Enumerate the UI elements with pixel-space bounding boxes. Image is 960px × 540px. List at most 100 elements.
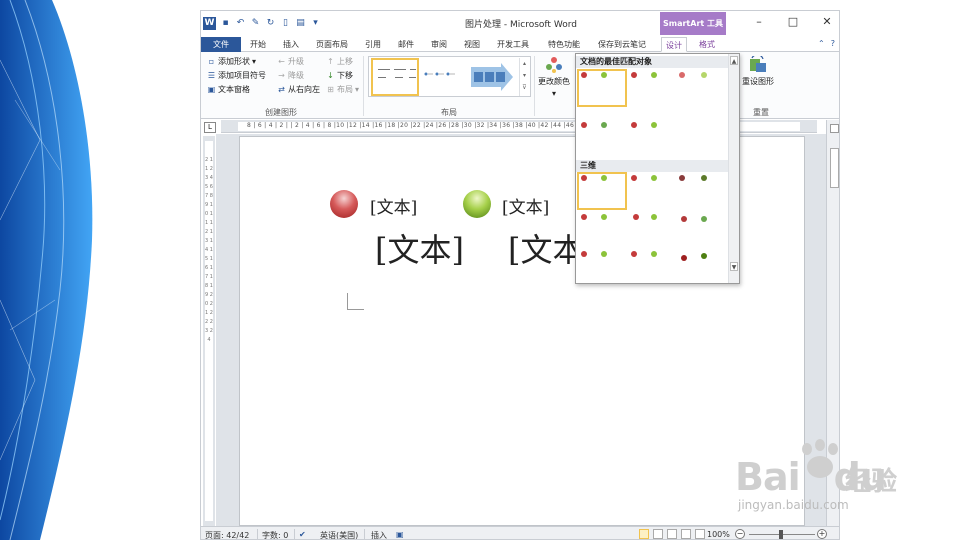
style-swatch[interactable] bbox=[651, 72, 657, 78]
zoom-out-icon[interactable]: − bbox=[735, 529, 745, 539]
style-swatch[interactable] bbox=[601, 122, 607, 128]
style-swatch[interactable] bbox=[701, 216, 707, 222]
restore-icon[interactable]: □ bbox=[785, 15, 801, 29]
group-label-create-graphic: 创建图形 bbox=[265, 108, 297, 117]
style-swatch[interactable] bbox=[631, 72, 637, 78]
vertical-ruler[interactable]: 2 1 1 2 3 4 5 6 7 8 9 10 11 12 13 14 15 … bbox=[203, 136, 215, 526]
scroll-down-icon[interactable]: ▼ bbox=[730, 262, 738, 271]
style-swatch[interactable] bbox=[651, 214, 657, 220]
page-counter[interactable]: 页面: 42/42 bbox=[205, 530, 249, 539]
tab-selector[interactable]: L bbox=[204, 122, 216, 133]
style-swatch[interactable] bbox=[651, 251, 657, 257]
print-layout-view-icon[interactable] bbox=[639, 529, 649, 539]
close-icon[interactable]: ✕ bbox=[819, 15, 835, 29]
tab-developer[interactable]: 开发工具 bbox=[493, 37, 533, 52]
style-swatch[interactable] bbox=[651, 175, 657, 181]
tab-view[interactable]: 视图 bbox=[460, 37, 484, 52]
style-swatch[interactable] bbox=[633, 214, 639, 220]
layout-thumbnail-arrow[interactable] bbox=[471, 63, 513, 91]
style-swatch[interactable] bbox=[631, 175, 637, 181]
color-palette-icon bbox=[546, 57, 562, 73]
minimize-icon[interactable]: – bbox=[751, 15, 767, 29]
macro-recording-icon[interactable]: ▣ bbox=[396, 530, 404, 539]
layout-button[interactable]: ⊞ 布局 ▾ bbox=[326, 84, 359, 95]
smartart-label-1[interactable]: [文本] bbox=[370, 193, 417, 218]
tab-file[interactable]: 文件 bbox=[201, 37, 241, 52]
style-swatch[interactable] bbox=[581, 122, 587, 128]
tab-review[interactable]: 审阅 bbox=[427, 37, 451, 52]
full-screen-reading-icon[interactable] bbox=[653, 529, 663, 539]
style-swatch[interactable] bbox=[631, 122, 637, 128]
style-swatch[interactable] bbox=[681, 216, 687, 222]
change-colors-button[interactable]: 更改颜色 ▾ bbox=[538, 56, 570, 98]
language-indicator[interactable]: 英语(美国) bbox=[320, 530, 358, 539]
add-shape-button[interactable]: ▫ 添加形状 ▾ bbox=[207, 56, 256, 67]
smartart-styles-dropdown[interactable]: 文档的最佳匹配对象 三维 ▲ ▼ bbox=[575, 53, 740, 284]
style-swatch[interactable] bbox=[679, 72, 685, 78]
scrollbar-thumb[interactable] bbox=[830, 148, 839, 188]
promote-button[interactable]: ← 升级 bbox=[277, 56, 304, 67]
layout-thumbnail-selected[interactable] bbox=[371, 58, 419, 96]
right-to-left-icon: ⇄ bbox=[278, 85, 285, 94]
style-swatch[interactable] bbox=[581, 175, 587, 181]
smartart-shape-red-orb[interactable] bbox=[330, 190, 358, 218]
status-divider bbox=[257, 529, 258, 539]
style-swatch[interactable] bbox=[581, 72, 587, 78]
insert-mode-indicator[interactable]: 插入 bbox=[371, 530, 387, 539]
tab-save-to-cloud-notes[interactable]: 保存到云笔记 bbox=[594, 37, 650, 52]
smartart-shape-green-orb[interactable] bbox=[463, 190, 491, 218]
smartart-tools-context-header: SmartArt 工具 bbox=[660, 12, 726, 35]
style-swatch[interactable] bbox=[601, 214, 607, 220]
move-down-button[interactable]: ↓ 下移 bbox=[326, 70, 353, 81]
style-swatch[interactable] bbox=[701, 72, 707, 78]
smartart-text-large-1[interactable]: [文本] bbox=[375, 225, 464, 271]
scroll-up-icon[interactable]: ▲ bbox=[730, 56, 738, 65]
tab-format[interactable]: 格式 bbox=[695, 37, 719, 52]
word-count[interactable]: 字数: 0 bbox=[262, 530, 288, 539]
layout-thumbnail-dots[interactable] bbox=[423, 69, 461, 79]
outline-view-icon[interactable] bbox=[681, 529, 691, 539]
add-bullet-button[interactable]: ☰ 添加项目符号 bbox=[207, 70, 266, 81]
style-swatch[interactable] bbox=[679, 175, 685, 181]
style-swatch[interactable] bbox=[631, 251, 637, 257]
tab-references[interactable]: 引用 bbox=[361, 37, 385, 52]
window-controls: – □ ✕ bbox=[751, 15, 835, 29]
tab-home[interactable]: 开始 bbox=[246, 37, 270, 52]
right-to-left-button[interactable]: ⇄ 从右向左 bbox=[277, 84, 320, 95]
tab-insert[interactable]: 插入 bbox=[279, 37, 303, 52]
layout-gallery[interactable]: ▴ ▾ ⊽ bbox=[368, 56, 531, 97]
proofing-icon[interactable]: ✔ bbox=[299, 530, 306, 539]
style-swatch[interactable] bbox=[581, 214, 587, 220]
group-divider bbox=[534, 56, 535, 116]
styles-dropdown-scrollbar[interactable]: ▲ ▼ bbox=[728, 54, 739, 283]
zoom-slider-thumb[interactable] bbox=[779, 530, 783, 539]
move-up-button[interactable]: ↑ 上移 bbox=[326, 56, 353, 67]
tab-mailings[interactable]: 邮件 bbox=[394, 37, 418, 52]
style-swatch[interactable] bbox=[701, 175, 707, 181]
style-swatch[interactable] bbox=[701, 253, 707, 259]
text-pane-button[interactable]: ▣ 文本窗格 bbox=[207, 84, 250, 95]
style-swatch[interactable] bbox=[581, 251, 587, 257]
help-icon[interactable]: ? bbox=[831, 39, 835, 48]
style-swatch[interactable] bbox=[601, 175, 607, 181]
group-label-layouts: 布局 bbox=[441, 108, 457, 117]
reset-graphic-button[interactable]: 重设图形 bbox=[742, 56, 774, 87]
layout-gallery-scroll[interactable]: ▴ ▾ ⊽ bbox=[519, 58, 529, 96]
draft-view-icon[interactable] bbox=[695, 529, 705, 539]
zoom-level[interactable]: 100% bbox=[707, 530, 730, 539]
tab-special-features[interactable]: 特色功能 bbox=[544, 37, 584, 52]
tab-page-layout[interactable]: 页面布局 bbox=[312, 37, 352, 52]
zoom-in-icon[interactable]: + bbox=[817, 529, 827, 539]
web-layout-icon[interactable] bbox=[667, 529, 677, 539]
demote-button[interactable]: → 降级 bbox=[277, 70, 304, 81]
style-swatch[interactable] bbox=[601, 72, 607, 78]
collapse-ribbon-icon[interactable]: ⌃ bbox=[818, 39, 825, 48]
smartart-text-large-2[interactable]: [文本 bbox=[508, 225, 585, 271]
reset-graphic-label: 重设图形 bbox=[742, 77, 774, 86]
style-swatch[interactable] bbox=[651, 122, 657, 128]
ruler-toggle-icon[interactable] bbox=[830, 124, 839, 133]
tab-design[interactable]: 设计 bbox=[661, 37, 687, 52]
smartart-label-2[interactable]: [文本] bbox=[502, 193, 549, 218]
style-swatch[interactable] bbox=[681, 255, 687, 261]
style-swatch[interactable] bbox=[601, 251, 607, 257]
